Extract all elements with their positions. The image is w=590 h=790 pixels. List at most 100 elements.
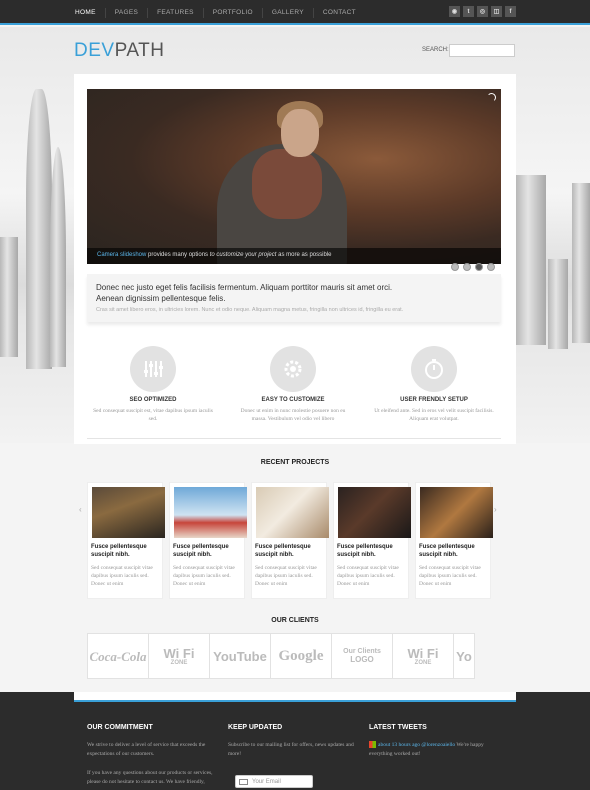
project-text: Sed consequat suscipit vitae dapibus ips… xyxy=(419,565,481,587)
nav-features[interactable]: FEATURES xyxy=(148,7,204,18)
nav-home[interactable]: HOME xyxy=(66,7,106,18)
nav-gallery[interactable]: GALLERY xyxy=(263,7,314,18)
project-text: Sed consequat suscipit vitae dapibus ips… xyxy=(173,565,235,587)
footer-tweets: LATEST TWEETS about 13 hours ago @lorenz… xyxy=(369,724,499,759)
project-thumbnail[interactable] xyxy=(256,487,329,538)
project-card[interactable]: Fusce pellentesque suscipit nibh. Sed co… xyxy=(169,482,247,599)
tweet-link[interactable]: about 13 hours ago @lorenzoaiello xyxy=(378,742,455,748)
client-logo-partial[interactable]: Yo xyxy=(453,633,475,679)
project-text: Sed consequat suscipit vitae dapibus ips… xyxy=(91,565,153,587)
feature-text: Donec ut enim in nunc molestie posuere n… xyxy=(240,408,346,422)
facebook-icon[interactable]: f xyxy=(505,6,516,17)
next-arrow-icon[interactable]: › xyxy=(494,505,497,514)
site-logo[interactable]: DEVPATH xyxy=(74,40,164,62)
caption-text: provides many options xyxy=(146,252,210,258)
project-text: Sed consequat suscipit vitae dapibus ips… xyxy=(255,565,317,587)
dribbble-icon[interactable]: ◎ xyxy=(477,6,488,17)
tweet: about 13 hours ago @lorenzoaiello We're … xyxy=(369,741,499,759)
project-card[interactable]: Fusce pellentesque suscipit nibh. Sed co… xyxy=(87,482,165,599)
caption-italic: to customize your project xyxy=(209,252,277,258)
project-card[interactable]: Fusce pellentesque suscipit nibh. Sed co… xyxy=(251,482,329,599)
email-field[interactable]: Your Email xyxy=(235,775,313,788)
footer-accent-strip xyxy=(74,692,516,702)
project-thumbnail[interactable] xyxy=(92,487,165,538)
footer-updates: KEEP UPDATED Subscribe to our mailing li… xyxy=(228,724,358,759)
client-logo-wifi[interactable]: Wi Fi ZONE xyxy=(148,633,210,679)
feature-text: Sed consequat suscipit est, vitae dapibu… xyxy=(93,408,213,422)
recent-projects-title: RECENT PROJECTS xyxy=(260,459,330,466)
nav-pages[interactable]: PAGES xyxy=(106,7,149,18)
slide-figure-scarf xyxy=(252,149,322,219)
intro-line-2: Aenean dignissim pellentesque felis. xyxy=(96,294,226,303)
project-title[interactable]: Fusce pellentesque suscipit nibh. xyxy=(170,538,244,559)
search-input[interactable] xyxy=(449,44,515,57)
delicious-icon[interactable]: ◫ xyxy=(491,6,502,17)
client-logo-youtube[interactable]: YouTube xyxy=(209,633,271,679)
divider xyxy=(87,438,501,439)
slider-dot-1[interactable] xyxy=(451,263,459,271)
client-logo-cocacola[interactable]: Coca-Cola xyxy=(87,633,149,679)
intro-line-3: Cras sit amet libero eros, in ultricies … xyxy=(96,307,404,313)
feature-customize: EASY TO CUSTOMIZE Donec ut enim in nunc … xyxy=(233,346,353,423)
project-card[interactable]: Fusce pellentesque suscipit nibh. Sed co… xyxy=(415,482,493,599)
top-navbar: HOME PAGES FEATURES PORTFOLIO GALLERY CO… xyxy=(0,0,590,25)
email-placeholder: Your Email xyxy=(252,779,281,785)
slide-caption: Camera slideshow provides many options t… xyxy=(87,248,501,264)
client-logo-subtext: ZONE xyxy=(414,659,432,666)
client-logo-text: YouTube xyxy=(213,648,267,664)
feature-title: SEO OPTIMIZED xyxy=(129,397,177,403)
project-title[interactable]: Fusce pellentesque suscipit nibh. xyxy=(416,538,490,559)
client-logo-text: Google xyxy=(278,647,324,664)
client-logo-generic[interactable]: Our Clients LOGO xyxy=(331,633,393,679)
feature-title: USER FRENDLY SETUP xyxy=(400,397,468,403)
footer-heading: OUR COMMITMENT xyxy=(87,724,153,731)
client-logo-wifi[interactable]: Wi Fi ZONE xyxy=(392,633,454,679)
footer-text: We strive to deliver a level of service … xyxy=(87,742,206,757)
envelope-icon xyxy=(239,779,248,785)
intro-box: Donec nec justo eget felis facilisis fer… xyxy=(87,274,501,322)
intro-line-1: Donec nec justo eget felis facilisis fer… xyxy=(96,283,393,292)
feature-text: Ut eleifend ante. Sed in eros vel velit … xyxy=(374,408,494,422)
client-logo-text: Our Clients xyxy=(343,648,381,655)
caption-link[interactable]: Camera slideshow xyxy=(97,252,146,258)
footer-text: Subscribe to our mailing list for offers… xyxy=(228,742,354,757)
rss-icon[interactable]: ◉ xyxy=(449,6,460,17)
slider-pagination xyxy=(451,263,495,271)
slider-dot-4[interactable] xyxy=(487,263,495,271)
caption-text-end: as more as possible xyxy=(276,252,332,258)
twitter-icon[interactable]: t xyxy=(463,6,474,17)
social-links: ◉ t ◎ ◫ f xyxy=(449,6,516,17)
project-title[interactable]: Fusce pellentesque suscipit nibh. xyxy=(334,538,408,559)
client-logo-text: Yo xyxy=(456,648,472,664)
tweet-avatar-icon xyxy=(369,741,376,749)
clients-title: OUR CLIENTS xyxy=(271,617,319,624)
client-logo-google[interactable]: Google xyxy=(270,633,332,679)
hero-slideshow[interactable]: Camera slideshow provides many options t… xyxy=(87,89,501,264)
stopwatch-icon xyxy=(411,346,457,392)
client-logo-subtext: ZONE xyxy=(170,659,188,666)
project-thumbnail[interactable] xyxy=(174,487,247,538)
main-menu: HOME PAGES FEATURES PORTFOLIO GALLERY CO… xyxy=(66,0,365,25)
footer-heading: LATEST TWEETS xyxy=(369,724,427,731)
slider-dot-3[interactable] xyxy=(475,263,483,271)
project-title[interactable]: Fusce pellentesque suscipit nibh. xyxy=(252,538,326,559)
project-card[interactable]: Fusce pellentesque suscipit nibh. Sed co… xyxy=(333,482,411,599)
gear-icon xyxy=(270,346,316,392)
feature-title: EASY TO CUSTOMIZE xyxy=(261,397,325,403)
footer-text: If you have any questions about our prod… xyxy=(87,770,213,785)
project-title[interactable]: Fusce pellentesque suscipit nibh. xyxy=(88,538,162,559)
client-logo-subtext: LOGO xyxy=(350,655,374,664)
feature-setup: USER FRENDLY SETUP Ut eleifend ante. Sed… xyxy=(374,346,494,423)
project-thumbnail[interactable] xyxy=(338,487,411,538)
clients-carousel: Coca-Cola Wi Fi ZONE YouTube Google Our C… xyxy=(87,633,501,679)
project-thumbnail[interactable] xyxy=(420,487,493,538)
feature-seo: SEO OPTIMIZED Sed consequat suscipit est… xyxy=(93,346,213,423)
footer-commitment: OUR COMMITMENT We strive to deliver a le… xyxy=(87,724,217,787)
nav-portfolio[interactable]: PORTFOLIO xyxy=(204,7,263,18)
slider-dot-2[interactable] xyxy=(463,263,471,271)
loader-icon xyxy=(487,93,496,102)
client-logo-text: Coca-Cola xyxy=(89,648,147,664)
project-text: Sed consequat suscipit vitae dapibus ips… xyxy=(337,565,399,587)
prev-arrow-icon[interactable]: ‹ xyxy=(79,505,82,514)
nav-contact[interactable]: CONTACT xyxy=(314,8,365,18)
